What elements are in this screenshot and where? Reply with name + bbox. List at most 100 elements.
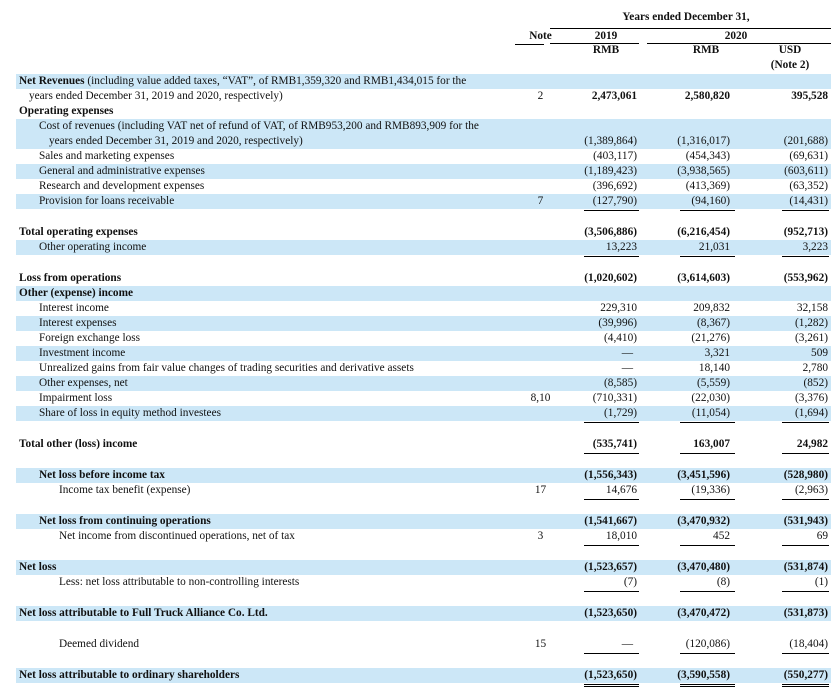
table-row: Net loss attributable to Full Truck Alli…: [16, 606, 831, 621]
double-rule: [680, 686, 735, 687]
value-2020-rmb: (1,316,017): [677, 135, 730, 147]
note-header-rule: [515, 44, 544, 45]
subtotal-rule: [782, 653, 829, 654]
value-2020-usd: (201,688): [783, 135, 828, 147]
row-label: Net loss attributable to ordinary shareh…: [19, 669, 240, 681]
value-2019-rmb: (710,331): [592, 392, 637, 404]
usd-note-header: (Note 2): [770, 59, 810, 71]
double-rule: [584, 684, 639, 685]
subtotal-rule: [680, 210, 735, 211]
table-row: Foreign exchange loss (4,410) (21,276) (…: [16, 331, 831, 346]
value-2020-rmb: (3,470,472): [677, 607, 730, 619]
value-2020-usd: (3,376): [795, 392, 828, 404]
note-ref: 7: [537, 195, 544, 207]
value-2019-rmb: (4,410): [604, 332, 637, 344]
value-2020-usd: (1,282): [795, 317, 828, 329]
rmb-2019-header: RMB: [592, 44, 620, 56]
table-row: Total other (loss) income (535,741) 163,…: [16, 437, 831, 452]
value-2020-usd: (2,963): [795, 484, 828, 496]
value-2020-usd: 32,158: [796, 302, 828, 314]
value-2020-usd: (69,631): [789, 150, 828, 162]
value-2019-rmb: (7): [623, 576, 637, 588]
double-rule: [584, 686, 639, 687]
row-label: Other operating income: [39, 241, 147, 253]
note-ref: 3: [537, 530, 544, 542]
table-row: Interest expenses (39,996) (8,367) (1,28…: [16, 316, 831, 331]
table-row: Other operating income 13,223 21,031 3,2…: [16, 240, 831, 255]
value-2019-rmb: 229,310: [600, 302, 637, 314]
subtotal-rule: [584, 422, 639, 423]
row-label: Provision for loans receivable: [39, 195, 175, 207]
subtotal-rule: [782, 545, 829, 546]
subtotal-rule: [782, 210, 829, 211]
double-rule: [680, 684, 735, 685]
section-heading: Operating expenses: [19, 105, 114, 117]
value-2020-usd: (531,943): [783, 515, 828, 527]
value-2020-usd: (852): [803, 377, 828, 389]
note-ref: 15: [534, 638, 547, 650]
table-row: Cost of revenues (including VAT net of r…: [16, 119, 831, 134]
value-2020-rmb: (3,590,558): [677, 669, 730, 681]
value-2020-usd: (1): [814, 576, 828, 588]
subtotal-rule: [680, 256, 735, 257]
value-2020-rmb: (94,160): [691, 195, 730, 207]
value-2020-usd: (528,980): [783, 469, 828, 481]
value-2020-rmb: (120,086): [685, 638, 730, 650]
year-2020-header: 2020: [724, 30, 748, 42]
row-label: Net Revenues: [19, 75, 85, 87]
usd-header: USD: [778, 44, 802, 56]
subtotal-rule: [584, 499, 639, 500]
value-2020-usd: (553,962): [783, 272, 828, 284]
rmb-2020-header: RMB: [692, 44, 720, 56]
note-ref: 17: [534, 484, 547, 496]
table-row: years ended December 31, 2019 and 2020, …: [16, 89, 831, 104]
subtotal-rule: [584, 545, 639, 546]
value-2020-rmb: (19,336): [691, 484, 730, 496]
value-2020-rmb: (8,367): [697, 317, 730, 329]
value-2019-rmb: (1,523,650): [584, 669, 637, 681]
table-row: Impairment loss 8,10 (710,331) (22,030) …: [16, 391, 831, 406]
row-label: Loss from operations: [19, 272, 122, 284]
table-row: Other expenses, net (8,585) (5,559) (852…: [16, 376, 831, 391]
value-2020-rmb: (11,054): [691, 407, 730, 419]
value-2020-usd: (63,352): [789, 180, 828, 192]
value-2020-usd: (14,431): [789, 195, 828, 207]
double-rule: [782, 684, 829, 685]
year-2019-header: 2019: [594, 30, 618, 42]
subtotal-rule: [680, 453, 735, 454]
value-2019-rmb: (1,556,343): [584, 469, 637, 481]
table-row: Deemed dividend 15 — (120,086) (18,404): [16, 637, 831, 652]
subtotal-rule: [680, 499, 735, 500]
row-label-detail: (including value added taxes, “VAT”, of …: [84, 75, 467, 87]
value-2020-rmb: (3,938,565): [677, 165, 730, 177]
value-2020-rmb: 21,031: [698, 241, 730, 253]
value-2019-rmb: (1,189,423): [584, 165, 637, 177]
subtotal-rule: [584, 591, 639, 592]
value-2019-rmb: (1,523,650): [584, 607, 637, 619]
years-ended-rule: [550, 28, 831, 29]
row-label: Share of loss in equity method investees: [39, 407, 221, 419]
table-row: Total operating expenses (3,506,886) (6,…: [16, 225, 831, 240]
value-2019-rmb: (396,692): [592, 180, 637, 192]
row-label: Total operating expenses: [19, 226, 138, 238]
row-label: General and administrative expenses: [39, 165, 205, 177]
table-row: Unrealized gains from fair value changes…: [16, 361, 831, 376]
value-2020-rmb: (21,276): [691, 332, 730, 344]
value-2020-rmb: (3,470,932): [677, 515, 730, 527]
value-2019-rmb: (403,117): [593, 150, 637, 162]
subtotal-rule: [782, 591, 829, 592]
value-2019-rmb: 18,010: [605, 530, 637, 542]
value-2020-rmb: 209,832: [693, 302, 730, 314]
value-2020-usd: 24,982: [796, 438, 828, 450]
subtotal-rule: [782, 499, 829, 500]
value-2020-rmb: 3,321: [704, 347, 730, 359]
value-2019-rmb: (127,790): [592, 195, 637, 207]
value-2019-rmb: (535,741): [592, 438, 637, 450]
row-label: Interest income: [39, 302, 109, 314]
value-2020-rmb: (8): [716, 576, 730, 588]
table-row: Net loss from continuing operations (1,5…: [16, 514, 831, 529]
table-row: Net loss before income tax (1,556,343) (…: [16, 468, 831, 483]
table-row: Net Revenues (including value added taxe…: [16, 74, 831, 89]
table-row: Net income from discontinued operations,…: [16, 529, 831, 544]
value-2020-rmb: 2,580,820: [684, 90, 730, 102]
